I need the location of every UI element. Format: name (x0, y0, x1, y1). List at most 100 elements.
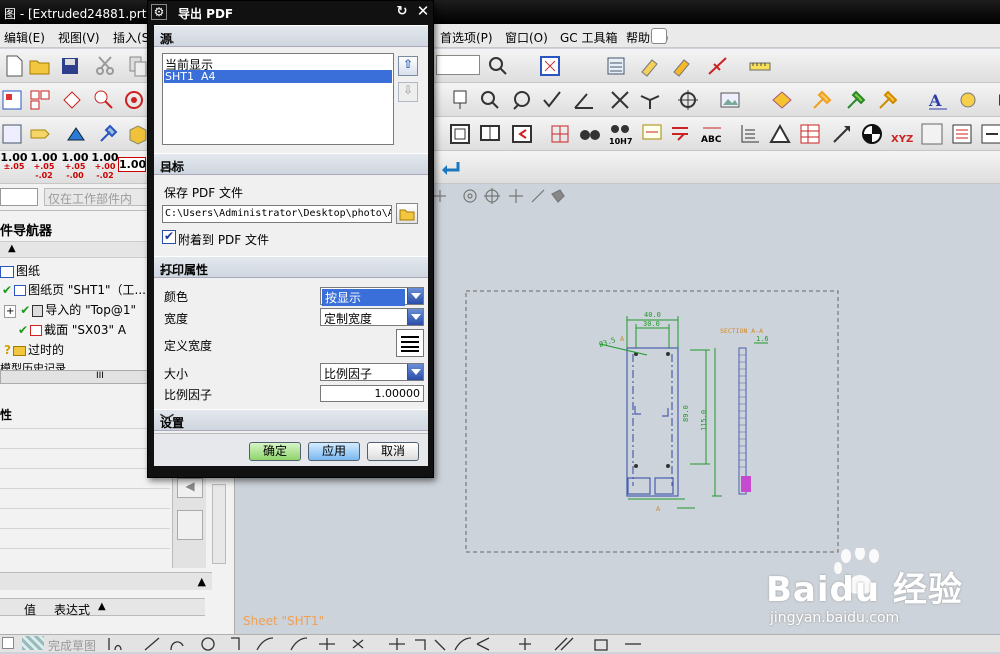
datum-icon[interactable] (668, 122, 692, 146)
layer-icon[interactable] (604, 54, 628, 78)
text-style-icon[interactable]: A (926, 88, 950, 112)
gear-icon[interactable]: ⚙ (151, 4, 167, 20)
menu-view[interactable]: 视图(V) (58, 29, 100, 46)
binoculars-icon[interactable] (578, 122, 602, 146)
filter-dropdown[interactable] (0, 188, 38, 206)
detail-view-icon[interactable] (92, 88, 116, 112)
symbol-icon[interactable] (770, 88, 794, 112)
snap-icon[interactable] (706, 54, 730, 78)
feature-control-icon[interactable] (640, 122, 664, 146)
size-select[interactable]: 比例因子 (320, 363, 424, 381)
dim-tolerance-5[interactable]: 1.00 (118, 157, 146, 172)
tree-sheet[interactable]: ✔ 图纸页 "SHT1"（工... (2, 281, 146, 298)
column-expression[interactable]: 表达式 (54, 601, 90, 618)
angle-icon[interactable] (572, 88, 596, 112)
attach-pdf-checkbox[interactable]: ✔ (162, 229, 176, 244)
cross-icon[interactable] (608, 88, 632, 112)
assembly-icon[interactable] (64, 122, 88, 146)
highlight-icon[interactable] (670, 54, 694, 78)
new-file-icon[interactable] (2, 54, 26, 78)
width-select[interactable]: 定制宽度 (320, 308, 424, 326)
list-button[interactable] (177, 510, 203, 540)
blank-box-icon[interactable] (920, 122, 944, 146)
settings-section-header[interactable]: 设置 ﹀ (154, 409, 428, 431)
menu-gc-toolbox[interactable]: GC 工具箱 (560, 29, 618, 46)
wrench-icon[interactable] (96, 122, 120, 146)
tree-drawing[interactable]: 图纸 (0, 262, 40, 279)
table-icon[interactable] (0, 122, 24, 146)
drawing-sheet-icon[interactable] (0, 88, 24, 112)
dim-tolerance-1[interactable]: 1.00 ±.05 (0, 152, 28, 171)
save-icon[interactable] (58, 54, 82, 78)
book-icon[interactable] (478, 122, 502, 146)
menu-insert[interactable]: 插入(S (113, 29, 149, 46)
source-item-sht1[interactable]: SHT1 A4 (164, 70, 392, 83)
magnifier-icon[interactable] (486, 54, 510, 78)
help-search-icon[interactable] (651, 28, 667, 44)
paint-icon[interactable] (876, 88, 900, 112)
menu-window[interactable]: 窗口(O) (505, 29, 548, 46)
tree-imported-view[interactable]: + ✔ 导入的 "Top@1" (4, 301, 136, 318)
cut-icon[interactable] (93, 54, 117, 78)
source-section-header[interactable]: 源 ︿ (154, 25, 428, 47)
line-width-button[interactable] (396, 329, 424, 357)
chart-axis-icon[interactable] (738, 122, 762, 146)
scale-factor-input[interactable]: 1.00000 (320, 385, 424, 402)
column-value[interactable]: 值 (24, 601, 36, 618)
dialog-titlebar[interactable]: ⚙ 导出 PDF ↻ ✕ (148, 1, 433, 23)
hammer-icon[interactable] (810, 88, 834, 112)
intersection-icon[interactable] (638, 88, 662, 112)
browse-folder-button[interactable] (396, 203, 418, 224)
minus-box-icon[interactable] (980, 122, 1000, 146)
open-folder-icon[interactable] (28, 54, 52, 78)
menu-preferences[interactable]: 首选项(P) (440, 29, 493, 46)
grid-icon[interactable] (548, 122, 572, 146)
centerline-icon[interactable] (676, 88, 700, 112)
grid-sketch-icon[interactable] (22, 636, 44, 650)
triangle-icon[interactable] (768, 122, 792, 146)
settings-paint-icon[interactable] (956, 88, 980, 112)
reset-icon[interactable]: ↻ (394, 4, 410, 20)
weld-icon[interactable] (844, 88, 868, 112)
pdf-path-input[interactable]: C:\Users\Administrator\Desktop\photo\A (162, 205, 392, 223)
move-left-button[interactable]: ◀ (177, 478, 203, 498)
text-point-icon[interactable] (448, 88, 472, 112)
dim-tolerance-4[interactable]: 1.00 +.00 -.02 (91, 152, 119, 180)
abc-label-icon[interactable]: ABC (700, 122, 724, 146)
list-edit-icon[interactable] (950, 122, 974, 146)
fit-view-icon[interactable] (538, 54, 562, 78)
sketch-tools[interactable] (105, 636, 665, 652)
tree-outdated[interactable]: ? 过时的 (4, 341, 64, 358)
xyz-icon[interactable]: XYZ (890, 122, 914, 146)
cancel-button[interactable]: 取消 (367, 442, 419, 461)
command-finder-input[interactable] (436, 55, 480, 75)
check-icon[interactable] (540, 88, 564, 112)
dim-tolerance-3[interactable]: 1.00 +.05 -.00 (61, 152, 89, 180)
source-list[interactable]: 当前显示 SHT1 A4 (162, 53, 394, 145)
close-icon[interactable]: ✕ (414, 2, 432, 20)
vertical-scrollbar[interactable] (212, 484, 226, 564)
target-section-header[interactable]: 目标 ︿ (154, 153, 428, 175)
menu-edit[interactable]: 编辑(E) (4, 29, 45, 46)
leader-arrow-icon[interactable] (830, 122, 854, 146)
more-arrow-icon[interactable] (990, 88, 1000, 112)
apply-button[interactable]: 应用 (308, 442, 360, 461)
dim-tolerance-2[interactable]: 1.00 +.05 -.02 (30, 152, 58, 180)
section-view-icon[interactable] (122, 88, 146, 112)
expand-icon[interactable]: + (4, 305, 17, 318)
color-select[interactable]: 按显示 (320, 287, 424, 306)
cutout-icon[interactable] (510, 122, 534, 146)
brush-icon[interactable] (638, 54, 662, 78)
tree-model-history[interactable]: 模型历史记录 (0, 360, 66, 370)
measure-icon[interactable] (748, 54, 772, 78)
print-properties-header[interactable]: 打印属性 ︿ (154, 256, 428, 278)
details-collapse-bar[interactable]: ▲ (0, 572, 212, 590)
tree-section-view[interactable]: ✔ 截面 "SX03" A (18, 321, 126, 338)
return-arrow-icon[interactable] (438, 156, 462, 180)
target-point-icon[interactable] (860, 122, 884, 146)
frame-icon[interactable] (448, 122, 472, 146)
fit-10h7-icon[interactable]: 10H7 (608, 122, 632, 146)
tag-icon[interactable] (28, 122, 52, 146)
projected-view-icon[interactable] (60, 88, 84, 112)
sketch-toggle-icon[interactable] (2, 637, 14, 649)
